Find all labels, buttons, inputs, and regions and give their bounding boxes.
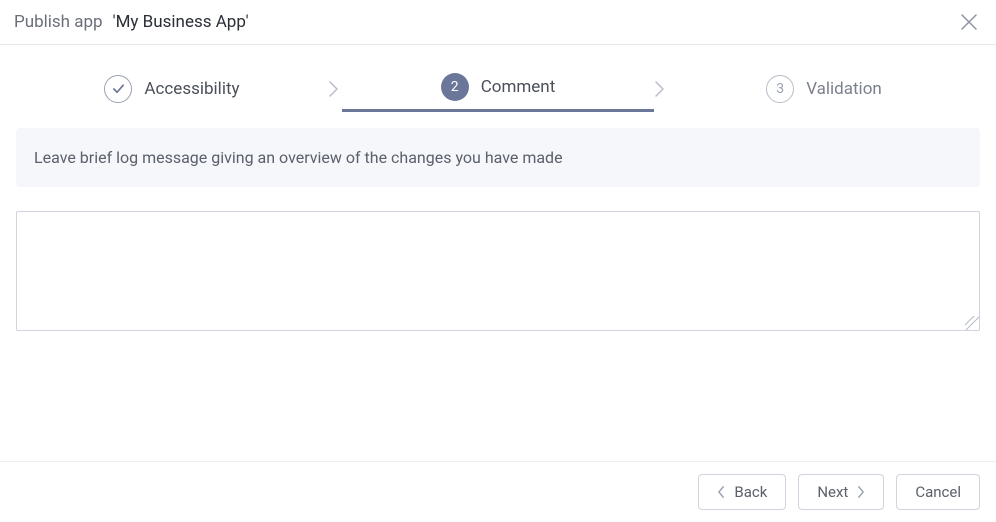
comment-textarea[interactable] [16,211,980,331]
step-label: Accessibility [144,79,239,99]
back-button[interactable]: Back [698,474,786,510]
chevron-right-icon [654,79,668,99]
next-button-label: Next [817,483,848,501]
info-banner: Leave brief log message giving an overvi… [16,128,980,187]
dialog-footer: Back Next Cancel [0,461,996,522]
step-validation[interactable]: 3 Validation [668,67,980,111]
step-number-badge: 3 [766,75,794,103]
step-done-icon [104,75,132,103]
stepper: Accessibility 2 Comment 3 Validation [16,65,980,112]
close-icon[interactable] [960,13,978,31]
back-button-label: Back [734,483,767,501]
header-app-name: 'My Business App' [113,12,249,32]
chevron-right-icon [856,485,865,499]
chevron-right-icon [328,79,342,99]
step-accessibility[interactable]: Accessibility [16,67,328,111]
info-banner-text: Leave brief log message giving an overvi… [34,148,563,167]
header-title: Publish app [14,12,103,32]
chevron-left-icon [717,485,726,499]
step-number-badge: 2 [441,73,469,101]
step-label: Comment [481,77,556,97]
cancel-button[interactable]: Cancel [896,474,980,510]
next-button[interactable]: Next [798,474,884,510]
step-comment[interactable]: 2 Comment [342,65,654,112]
step-label: Validation [806,79,882,99]
header-title-group: Publish app 'My Business App' [14,12,249,32]
cancel-button-label: Cancel [915,483,961,501]
dialog-content: Accessibility 2 Comment 3 Validation Lea… [0,45,996,335]
dialog-header: Publish app 'My Business App' [0,0,996,45]
